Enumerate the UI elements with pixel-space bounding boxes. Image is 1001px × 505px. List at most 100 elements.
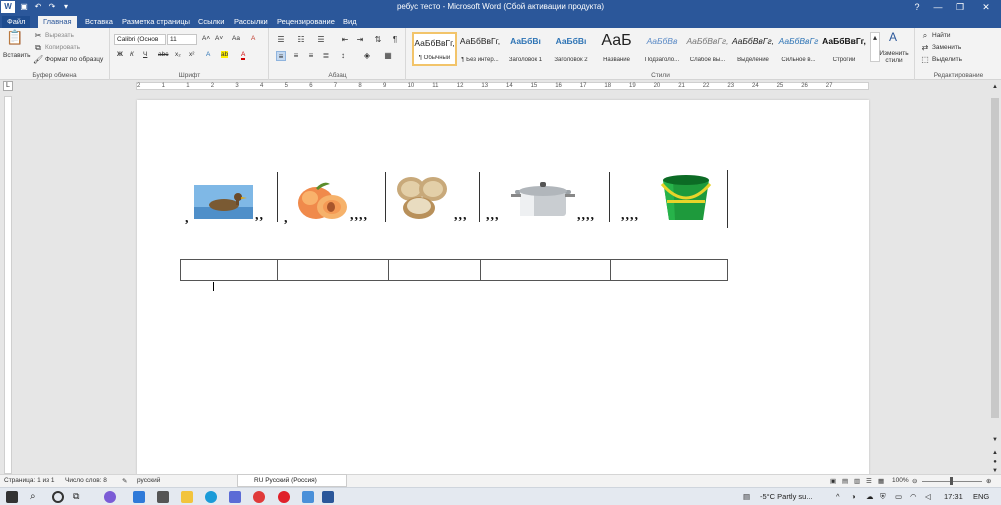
format-painter-button[interactable]: Формат по образцу bbox=[45, 56, 103, 63]
increase-indent-icon[interactable]: ⇥ bbox=[355, 35, 365, 45]
battery-icon[interactable]: ▭ bbox=[895, 492, 902, 501]
draft-icon[interactable]: ▦ bbox=[878, 477, 884, 485]
zoom-slider-thumb[interactable] bbox=[950, 477, 953, 485]
tray-security-icon[interactable]: ⛨ bbox=[880, 492, 886, 502]
tab-references[interactable]: Ссылки bbox=[193, 16, 229, 28]
line-spacing-icon[interactable]: ↕ bbox=[338, 51, 348, 61]
sort-icon[interactable]: ⇅ bbox=[373, 35, 383, 45]
search-icon[interactable]: ⌕ bbox=[30, 491, 42, 503]
word-taskbar-icon[interactable] bbox=[322, 491, 334, 503]
tray-chevron-icon[interactable]: ^ bbox=[836, 492, 840, 501]
find-button[interactable]: Найти bbox=[932, 32, 951, 39]
full-screen-icon[interactable]: ▤ bbox=[842, 477, 848, 485]
table-cell[interactable] bbox=[610, 259, 728, 281]
shrink-font-button[interactable]: A˅ bbox=[215, 35, 223, 42]
camera-icon[interactable] bbox=[157, 491, 169, 503]
find-icon[interactable]: ⌕ bbox=[920, 31, 930, 41]
shading-icon[interactable]: ◈ bbox=[362, 51, 372, 61]
mail-icon[interactable] bbox=[133, 491, 145, 503]
select-icon[interactable]: ⬚ bbox=[920, 55, 930, 65]
justify-icon[interactable]: ≣ bbox=[321, 51, 331, 61]
tab-page-layout[interactable]: Разметка страницы bbox=[117, 16, 195, 28]
web-layout-icon[interactable]: ▥ bbox=[854, 477, 860, 485]
bold-button[interactable]: Ж bbox=[117, 51, 123, 58]
print-layout-icon[interactable]: ▣ bbox=[830, 477, 836, 485]
replace-button[interactable]: Заменить bbox=[932, 44, 961, 51]
photos-icon[interactable] bbox=[302, 491, 314, 503]
bullets-icon[interactable]: ☰ bbox=[276, 35, 286, 45]
sieve-image[interactable] bbox=[391, 175, 451, 221]
strikethrough-button[interactable]: abc bbox=[158, 51, 168, 58]
vertical-ruler[interactable] bbox=[4, 96, 12, 474]
explorer-icon[interactable] bbox=[181, 491, 193, 503]
cut-button[interactable]: Вырезать bbox=[45, 32, 74, 39]
peach-image[interactable] bbox=[294, 180, 350, 220]
tab-review[interactable]: Рецензирование bbox=[272, 16, 340, 28]
clear-format-button[interactable]: A bbox=[251, 35, 255, 42]
zoom-level[interactable]: 100% bbox=[892, 477, 909, 484]
volume-icon[interactable]: ◁ bbox=[925, 492, 931, 501]
style-gallery-item[interactable]: АаБбВı Заголовок 2 bbox=[549, 32, 594, 66]
change-styles-icon[interactable]: A bbox=[883, 31, 903, 48]
tray-cloud-icon[interactable]: ☁ bbox=[866, 492, 874, 501]
bucket-image[interactable] bbox=[657, 170, 715, 222]
horizontal-ruler[interactable]: 2 1 1 2 3 4 5 6 7 8 9 10 11 12 13 14 15 16 17 18 19 20 21 22 23 2… bbox=[136, 82, 869, 90]
text-effects-button[interactable]: A bbox=[206, 51, 210, 58]
input-language[interactable]: ENG bbox=[973, 492, 989, 501]
align-center-icon[interactable]: ≡ bbox=[291, 51, 301, 61]
tab-insert[interactable]: Вставка bbox=[80, 16, 118, 28]
paste-icon[interactable]: 📋 bbox=[6, 30, 23, 48]
cortana-icon[interactable] bbox=[52, 491, 64, 503]
store-icon[interactable] bbox=[229, 491, 241, 503]
align-right-icon[interactable]: ≡ bbox=[306, 51, 316, 61]
copy-button[interactable]: Копировать bbox=[45, 44, 80, 51]
subscript-button[interactable]: x₂ bbox=[175, 51, 181, 58]
grow-font-button[interactable]: A˄ bbox=[202, 35, 210, 42]
font-name-select[interactable]: Calibri (Основ bbox=[114, 34, 166, 45]
format-painter-icon[interactable]: 🖌 bbox=[33, 55, 43, 65]
tab-home[interactable]: Главная bbox=[38, 16, 77, 28]
scroll-down-icon[interactable]: ▼ bbox=[990, 435, 1000, 445]
zoom-out-icon[interactable]: ⊖ bbox=[912, 477, 917, 485]
align-left-icon[interactable]: ≡ bbox=[276, 51, 286, 61]
outline-icon[interactable]: ☰ bbox=[866, 477, 872, 485]
cut-icon[interactable]: ✂ bbox=[33, 31, 43, 41]
table-cell[interactable] bbox=[277, 259, 389, 281]
duck-image[interactable] bbox=[194, 185, 253, 219]
style-gallery-item[interactable]: АаБбВвГг, ¶ Обычный bbox=[412, 32, 457, 66]
style-gallery-item[interactable]: АаБбВв Подзаголо... bbox=[640, 32, 685, 66]
wifi-icon[interactable]: ◠ bbox=[910, 492, 917, 501]
style-gallery-item[interactable]: АаБбВвГг Сильное в... bbox=[776, 32, 821, 66]
news-icon[interactable]: ▤ bbox=[743, 492, 750, 501]
superscript-button[interactable]: x² bbox=[189, 51, 194, 58]
font-size-select[interactable]: 11 bbox=[167, 34, 197, 45]
copy-icon[interactable]: ⧉ bbox=[33, 43, 43, 53]
scroll-thumb[interactable] bbox=[991, 98, 999, 418]
tab-view[interactable]: Вид bbox=[338, 16, 362, 28]
table-cell[interactable] bbox=[180, 259, 278, 281]
tab-mailings[interactable]: Рассылки bbox=[229, 16, 273, 28]
zoom-in-icon[interactable]: ⊕ bbox=[986, 477, 991, 485]
pilcrow-icon[interactable]: ¶ bbox=[390, 35, 400, 45]
tray-app-icon[interactable]: ◑ bbox=[851, 492, 856, 501]
pot-image[interactable] bbox=[511, 176, 577, 220]
page-count[interactable]: Страница: 1 из 1 bbox=[4, 477, 55, 484]
borders-icon[interactable]: ▦ bbox=[383, 51, 393, 61]
multilevel-list-icon[interactable]: ☰ bbox=[316, 35, 326, 45]
opera-icon[interactable] bbox=[278, 491, 290, 503]
close-button[interactable]: ✕ bbox=[972, 0, 1000, 14]
table-cell[interactable] bbox=[388, 259, 481, 281]
edge-icon[interactable] bbox=[205, 491, 217, 503]
vertical-scrollbar[interactable]: ▲ ▼ ▲ ● ▼ bbox=[989, 80, 1001, 474]
font-color-button[interactable]: A bbox=[241, 51, 246, 60]
tab-file[interactable]: Файл bbox=[2, 16, 31, 28]
yandex-icon[interactable] bbox=[253, 491, 265, 503]
change-case-button[interactable]: Aa bbox=[232, 35, 240, 42]
style-gallery-item[interactable]: АаБ Название bbox=[594, 32, 639, 66]
highlight-button[interactable]: ab bbox=[221, 51, 229, 58]
tab-selector-icon[interactable]: L bbox=[3, 81, 13, 91]
style-gallery-item[interactable]: АаБбВвГг, Строгий bbox=[822, 32, 867, 66]
task-view-icon[interactable]: ⧉ bbox=[73, 491, 85, 503]
change-styles-button[interactable]: Изменить стили bbox=[879, 50, 909, 64]
app-icon[interactable] bbox=[104, 491, 116, 503]
